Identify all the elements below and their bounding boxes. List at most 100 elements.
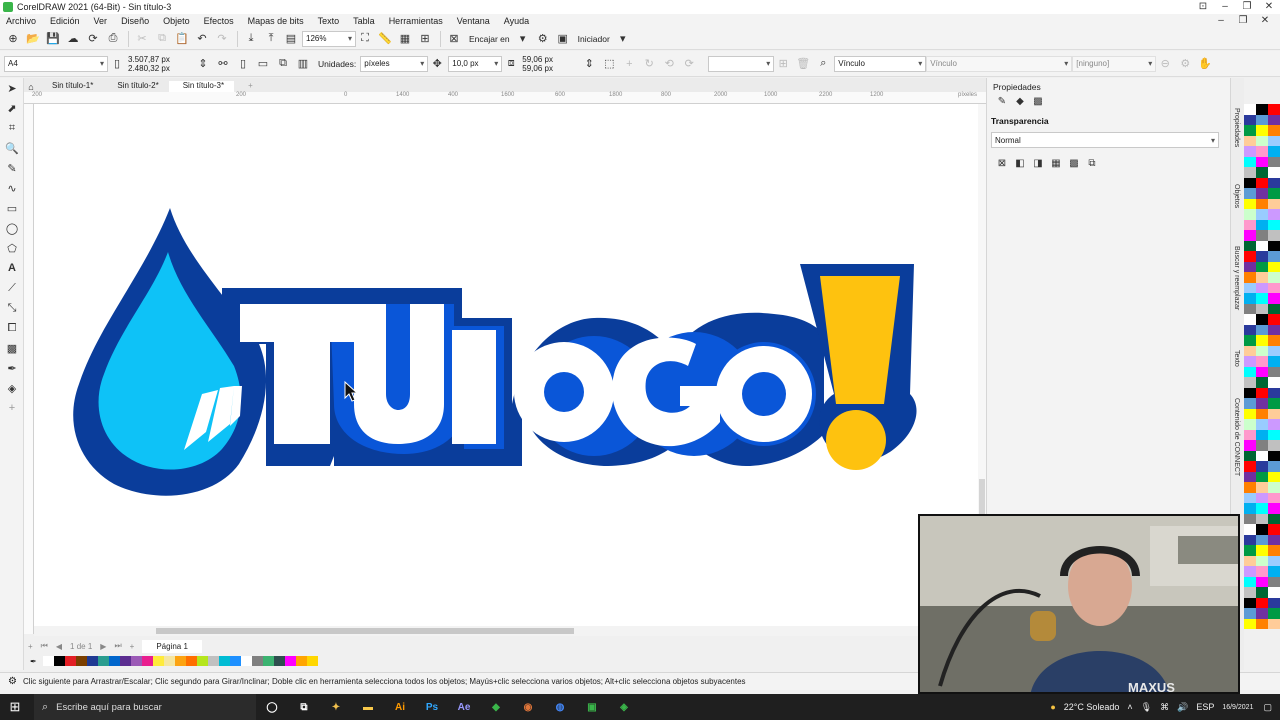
- menu-ver[interactable]: Ver: [94, 16, 108, 26]
- document-palette-swatch[interactable]: [295, 656, 307, 666]
- document-palette-swatch[interactable]: [42, 656, 54, 666]
- copy-icon[interactable]: ⧉: [153, 30, 171, 48]
- palette-swatch[interactable]: [1244, 125, 1256, 136]
- palette-swatch[interactable]: [1268, 324, 1280, 335]
- add-page-after-icon[interactable]: +: [130, 642, 135, 651]
- uniform-transparency-icon[interactable]: ◧: [1011, 158, 1029, 172]
- palette-swatch[interactable]: [1268, 429, 1280, 440]
- spinner-icon[interactable]: ⇕: [580, 55, 598, 73]
- palette-swatch[interactable]: [1244, 219, 1256, 230]
- menu-objeto[interactable]: Objeto: [163, 16, 190, 26]
- palette-swatch[interactable]: [1244, 261, 1256, 272]
- palette-swatch[interactable]: [1268, 608, 1280, 619]
- snap-to-dropdown[interactable]: Encajar en: [469, 34, 510, 44]
- duplicate-distance-fields[interactable]: 59,06 px 59,06 px: [522, 55, 580, 73]
- palette-swatch[interactable]: [1256, 419, 1268, 430]
- page-height-field[interactable]: 2.480,32 px: [128, 64, 194, 73]
- all-pages-icon[interactable]: ⧉: [274, 55, 292, 73]
- landscape-icon[interactable]: ▭: [254, 55, 272, 73]
- palette-swatch[interactable]: [1268, 587, 1280, 598]
- clock[interactable]: 16/9/2021: [1222, 703, 1253, 712]
- palette-swatch[interactable]: [1268, 419, 1280, 430]
- document-palette-swatch[interactable]: [207, 656, 219, 666]
- vector-pattern-transparency-icon[interactable]: ▦: [1047, 158, 1065, 172]
- home-icon[interactable]: ⌂: [24, 82, 38, 92]
- palette-swatch[interactable]: [1268, 356, 1280, 367]
- palette-swatch[interactable]: [1256, 555, 1268, 566]
- document-palette-swatch[interactable]: [163, 656, 175, 666]
- palette-swatch[interactable]: [1244, 240, 1256, 251]
- palette-swatch[interactable]: [1244, 251, 1256, 262]
- palette-swatch[interactable]: [1256, 324, 1268, 335]
- palette-swatch[interactable]: [1244, 366, 1256, 377]
- doc-restore-button[interactable]: ❐: [1232, 14, 1254, 28]
- document-palette-swatch[interactable]: [273, 656, 285, 666]
- after-effects-icon[interactable]: Ae: [448, 702, 480, 713]
- palette-swatch[interactable]: [1256, 209, 1268, 220]
- palette-swatch[interactable]: [1256, 251, 1268, 262]
- spinner-icon[interactable]: ⇕: [194, 55, 212, 73]
- palette-swatch[interactable]: [1268, 387, 1280, 398]
- text-tool-icon[interactable]: A: [0, 258, 24, 278]
- palette-swatch[interactable]: [1244, 104, 1256, 115]
- document-palette-swatch[interactable]: [262, 656, 274, 666]
- palette-swatch[interactable]: [1268, 377, 1280, 388]
- sync-icon[interactable]: ⟲: [660, 55, 678, 73]
- polygon-tool-icon[interactable]: ⬠: [0, 238, 24, 258]
- palette-swatch[interactable]: [1256, 534, 1268, 545]
- document-palette-swatch[interactable]: [75, 656, 87, 666]
- menu-texto[interactable]: Texto: [318, 16, 340, 26]
- palette-swatch[interactable]: [1268, 125, 1280, 136]
- open-icon[interactable]: 📂: [24, 30, 42, 48]
- document-palette-swatch[interactable]: [251, 656, 263, 666]
- lock-icon[interactable]: ⊞: [774, 55, 792, 73]
- delete-icon[interactable]: 🗑: [794, 55, 812, 73]
- drop-shadow-tool-icon[interactable]: ⧠: [0, 318, 24, 338]
- palette-swatch[interactable]: [1256, 618, 1268, 629]
- palette-swatch[interactable]: [1244, 398, 1256, 409]
- status-gear-icon[interactable]: ⚙: [8, 676, 17, 687]
- palette-swatch[interactable]: [1256, 387, 1268, 398]
- palette-swatch[interactable]: [1256, 576, 1268, 587]
- options-gear-icon[interactable]: ⚙: [534, 30, 552, 48]
- menu-herramientas[interactable]: Herramientas: [389, 16, 443, 26]
- palette-swatch[interactable]: [1268, 167, 1280, 178]
- transparency-tab-icon[interactable]: ▩: [1029, 96, 1047, 110]
- palette-swatch[interactable]: [1244, 335, 1256, 346]
- palette-swatch[interactable]: [1244, 303, 1256, 314]
- palette-swatch[interactable]: [1256, 188, 1268, 199]
- palette-swatch[interactable]: [1268, 398, 1280, 409]
- palette-swatch[interactable]: [1244, 534, 1256, 545]
- tab-sin-titulo-1[interactable]: Sin título-1*: [38, 81, 103, 92]
- palette-swatch[interactable]: [1268, 513, 1280, 524]
- palette-swatch[interactable]: [1244, 356, 1256, 367]
- undo-icon[interactable]: ↶: [193, 30, 211, 48]
- palette-swatch[interactable]: [1268, 482, 1280, 493]
- document-palette-swatch[interactable]: [108, 656, 120, 666]
- palette-swatch[interactable]: [1268, 566, 1280, 577]
- document-palette-swatch[interactable]: [229, 656, 241, 666]
- doc-minimize-button[interactable]: –: [1210, 14, 1232, 28]
- palette-swatch[interactable]: [1256, 566, 1268, 577]
- pick-tool-icon[interactable]: ➤: [0, 78, 24, 98]
- palette-swatch[interactable]: [1256, 240, 1268, 251]
- document-palette-swatch[interactable]: [130, 656, 142, 666]
- bitmap-pattern-transparency-icon[interactable]: ▩: [1065, 158, 1083, 172]
- menu-mapas-de-bits[interactable]: Mapas de bits: [248, 16, 304, 26]
- palette-swatch[interactable]: [1256, 471, 1268, 482]
- document-palette-swatch[interactable]: [53, 656, 65, 666]
- layer-combo[interactable]: [708, 55, 775, 72]
- app-icon[interactable]: ◉: [512, 702, 544, 713]
- palette-swatch[interactable]: [1256, 429, 1268, 440]
- palette-swatch[interactable]: [1256, 104, 1268, 115]
- chevron-up-icon[interactable]: ˄: [1127, 702, 1132, 712]
- palette-swatch[interactable]: [1244, 272, 1256, 283]
- palette-swatch[interactable]: [1268, 335, 1280, 346]
- horizontal-ruler[interactable]: 200 0 200 400 600 800 1000 1200 1400 160…: [24, 92, 986, 104]
- document-palette-swatch[interactable]: [119, 656, 131, 666]
- document-palette-swatch[interactable]: [306, 656, 318, 666]
- palette-swatch[interactable]: [1244, 377, 1256, 388]
- palette-swatch[interactable]: [1256, 314, 1268, 325]
- palette-swatch[interactable]: [1268, 545, 1280, 556]
- palette-swatch[interactable]: [1268, 345, 1280, 356]
